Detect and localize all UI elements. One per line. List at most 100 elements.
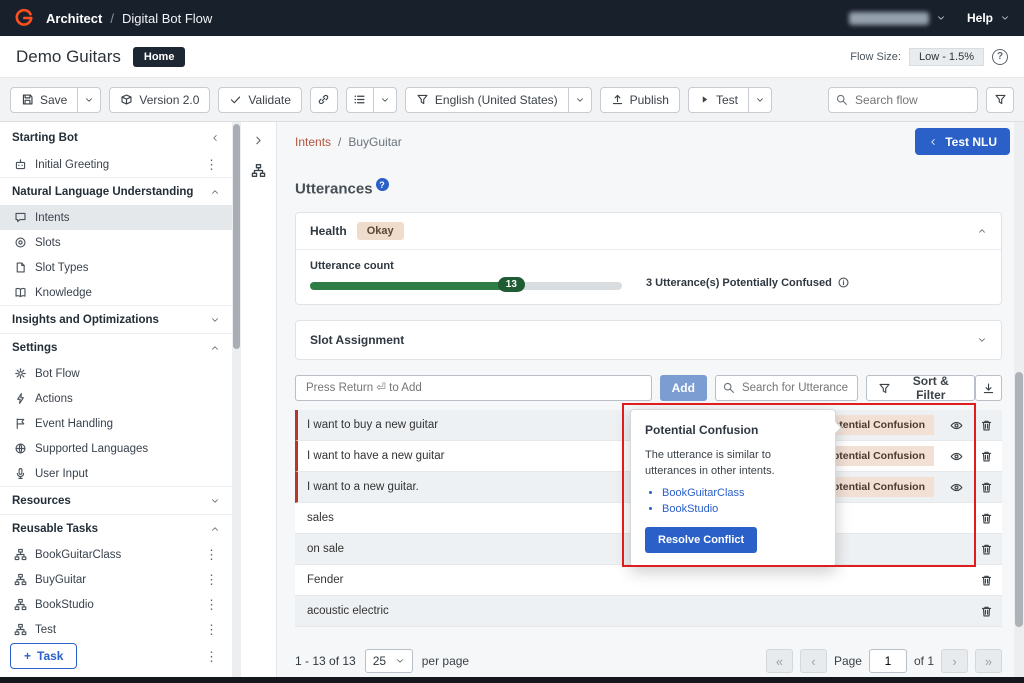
expand-panel-chevron-right-icon[interactable] (252, 134, 265, 147)
sidebar-item-test-task[interactable]: Test ⋮ (0, 617, 232, 642)
chevron-down-icon[interactable] (1000, 13, 1010, 23)
sidebar-scrollbar[interactable] (232, 122, 241, 677)
utterance-text: I want to have a new guitar (307, 450, 444, 462)
slot-assignment-header[interactable]: Slot Assignment (296, 321, 1001, 358)
trash-icon[interactable] (980, 574, 993, 587)
validate-button[interactable]: Validate (218, 87, 301, 113)
add-utterance-button[interactable]: Add (660, 375, 707, 401)
sidebar-item-slot-types[interactable]: Slot Types (0, 255, 232, 280)
breadcrumb-intents-link[interactable]: Intents (295, 135, 331, 149)
scrollbar-thumb[interactable] (233, 124, 240, 349)
trash-icon[interactable] (980, 481, 993, 494)
version-button[interactable]: Version 2.0 (109, 87, 210, 113)
test-dropdown-button[interactable] (749, 87, 772, 113)
bookstudio-link[interactable]: BookStudio (662, 503, 718, 515)
sidebar-item-buyguitar[interactable]: BuyGuitar ⋮ (0, 567, 232, 592)
help-circle-icon[interactable]: ? (992, 49, 1008, 65)
sidebar-item-initial-greeting[interactable]: Initial Greeting ⋮ (0, 152, 232, 177)
trash-icon[interactable] (980, 605, 993, 618)
sidebar-item-user-input[interactable]: User Input (0, 461, 232, 486)
utterance-add-input[interactable] (295, 375, 652, 401)
sidebar-item-actions[interactable]: Actions (0, 386, 232, 411)
home-badge[interactable]: Home (133, 47, 186, 67)
sidebar-item-supported-languages[interactable]: Supported Languages (0, 436, 232, 461)
section-nlu[interactable]: Natural Language Understanding (0, 177, 232, 205)
last-page-button[interactable]: » (975, 649, 1002, 673)
kebab-menu-icon[interactable]: ⋮ (201, 573, 222, 586)
kebab-menu-icon[interactable]: ⋮ (201, 158, 222, 171)
chevron-down-icon[interactable] (977, 335, 987, 345)
link-icon (317, 93, 330, 106)
trash-icon[interactable] (980, 450, 993, 463)
test-nlu-button[interactable]: Test NLU (915, 128, 1010, 155)
sort-filter-button[interactable]: Sort & Filter (866, 375, 975, 401)
chevron-down-icon[interactable] (210, 315, 220, 325)
utterances-title: Utterances (295, 181, 373, 198)
chevron-up-icon[interactable] (210, 524, 220, 534)
test-button[interactable]: Test (688, 87, 749, 113)
search-filter-button[interactable] (986, 87, 1014, 113)
save-dropdown-button[interactable] (78, 87, 101, 113)
resolve-conflict-button[interactable]: Resolve Conflict (645, 527, 757, 553)
chevron-down-icon[interactable] (210, 496, 220, 506)
bookguitarclass-link[interactable]: BookGuitarClass (662, 487, 745, 499)
scrollbar-thumb[interactable] (1015, 372, 1023, 627)
slot-assignment-card: Slot Assignment (295, 320, 1002, 360)
kebab-menu-icon[interactable]: ⋮ (201, 598, 222, 611)
flow-search-input[interactable] (828, 87, 978, 113)
page-size-select[interactable]: 25 (365, 649, 413, 673)
import-export-button[interactable] (975, 375, 1002, 401)
help-circle-icon[interactable]: ? (376, 178, 389, 191)
language-label: English (United States) (435, 93, 558, 107)
help-menu[interactable]: Help (967, 11, 993, 25)
list-view-button[interactable] (346, 87, 374, 113)
sitemap-icon[interactable] (251, 163, 266, 178)
kebab-menu-icon[interactable]: ⋮ (201, 650, 222, 663)
next-page-button[interactable]: › (941, 649, 968, 673)
list-view-dropdown-button[interactable] (374, 87, 397, 113)
info-icon[interactable] (837, 276, 850, 289)
chevron-up-icon[interactable] (977, 226, 987, 236)
eye-icon[interactable] (950, 419, 963, 432)
first-page-button[interactable]: « (766, 649, 793, 673)
section-settings[interactable]: Settings (0, 333, 232, 361)
section-resources[interactable]: Resources (0, 486, 232, 514)
eye-icon[interactable] (950, 481, 963, 494)
section-reusable-tasks[interactable]: Reusable Tasks (0, 514, 232, 542)
main-scrollbar[interactable] (1014, 122, 1024, 677)
chevron-up-icon[interactable] (210, 187, 220, 197)
kebab-menu-icon[interactable]: ⋮ (201, 548, 222, 561)
section-insights[interactable]: Insights and Optimizations (0, 305, 232, 333)
chevron-down-icon[interactable] (936, 13, 946, 23)
health-card-header[interactable]: Health Okay (296, 213, 1001, 250)
language-dropdown-button[interactable] (569, 87, 592, 113)
prev-page-button[interactable]: ‹ (800, 649, 827, 673)
utterance-search-input[interactable] (715, 375, 858, 401)
trash-icon[interactable] (980, 543, 993, 556)
sidebar-item-knowledge[interactable]: Knowledge (0, 280, 232, 305)
section-starting-bot[interactable]: Starting Bot (0, 124, 232, 152)
toolbox-rail (241, 122, 277, 677)
eye-icon[interactable] (950, 450, 963, 463)
chevron-up-icon[interactable] (210, 343, 220, 353)
kebab-menu-icon[interactable]: ⋮ (201, 623, 222, 636)
sidebar-item-bookstudio[interactable]: BookStudio ⋮ (0, 592, 232, 617)
save-label: Save (40, 93, 67, 107)
link-button[interactable] (310, 87, 338, 113)
publish-button[interactable]: Publish (600, 87, 680, 113)
chevron-left-icon[interactable] (210, 133, 220, 143)
sidebar-item-intents[interactable]: Intents (0, 205, 232, 230)
sidebar-item-event-handling[interactable]: Event Handling (0, 411, 232, 436)
sidebar-item-slots[interactable]: Slots (0, 230, 232, 255)
save-button[interactable]: Save (10, 87, 78, 113)
trash-icon[interactable] (980, 512, 993, 525)
language-button[interactable]: English (United States) (405, 87, 569, 113)
sidebar-item-bookguitarclass[interactable]: BookGuitarClass ⋮ (0, 542, 232, 567)
user-name-redacted[interactable] (849, 12, 929, 25)
page-number-input[interactable] (869, 649, 907, 673)
utterance-row[interactable]: Fender (295, 565, 1002, 596)
sidebar-item-bot-flow[interactable]: Bot Flow (0, 361, 232, 386)
utterance-row[interactable]: acoustic electric (295, 596, 1002, 627)
add-task-button[interactable]: + Task (10, 643, 77, 669)
trash-icon[interactable] (980, 419, 993, 432)
